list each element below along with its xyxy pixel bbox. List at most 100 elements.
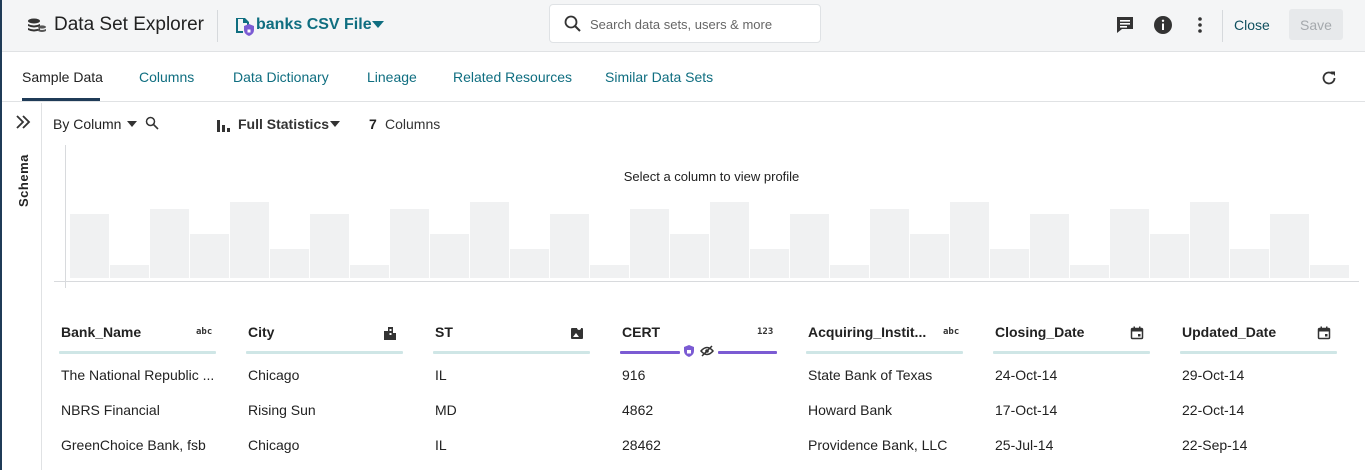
refresh-icon[interactable] — [1320, 69, 1338, 87]
histogram-placeholder-bar — [1190, 202, 1230, 278]
histogram-placeholder-bar — [150, 209, 190, 278]
table-cell: Chicago — [248, 437, 300, 453]
sample-data-grid: Bank_Name abc City ST CERT 123 Acquiring_Insti… — [43, 300, 1365, 470]
table-cell: 29-Oct-14 — [1182, 367, 1245, 383]
column-header-underline — [806, 351, 963, 354]
column-count-label: Columns — [385, 116, 441, 132]
global-search[interactable] — [549, 4, 821, 43]
bar-chart-icon — [217, 120, 230, 132]
statistics-mode-caret-icon[interactable] — [330, 121, 340, 127]
histogram-placeholder-bar — [670, 234, 710, 278]
histogram-placeholder-bar — [230, 202, 270, 278]
view-mode-caret-icon[interactable] — [127, 121, 137, 127]
table-cell: Rising Sun — [248, 402, 316, 418]
table-cell: 28462 — [622, 437, 661, 453]
app-window: Data Set Explorer banks CSV File Search … — [0, 0, 1365, 470]
histogram-placeholder-bar — [430, 234, 470, 278]
table-cell: GreenChoice Bank, fsb — [61, 437, 206, 453]
header-divider — [217, 10, 218, 42]
column-header-name[interactable]: CERT — [622, 324, 660, 340]
schema-panel-rail[interactable]: Schema — [2, 103, 42, 470]
schema-label[interactable]: Schema — [16, 154, 31, 207]
table-cell: IL — [435, 367, 447, 383]
column-header-underline — [246, 351, 403, 354]
column-header-name[interactable]: Updated_Date — [1182, 324, 1276, 340]
histogram-placeholder-bar — [790, 214, 830, 278]
histogram-placeholder-bar — [630, 209, 670, 278]
histogram-placeholder-bar — [590, 265, 630, 278]
profile-toolbar: By Column Full Statistics 7 Columns — [43, 103, 1363, 143]
expand-panel-icon[interactable] — [14, 113, 32, 131]
histogram-placeholder-bar — [310, 214, 350, 278]
histogram-placeholder-bar — [1110, 209, 1150, 278]
text-type-icon: abc — [196, 327, 213, 337]
number-type-icon: 123 — [757, 327, 774, 337]
column-header-name[interactable]: City — [248, 324, 274, 340]
histogram-placeholder-bar — [1030, 214, 1070, 278]
column-header[interactable]: Acquiring_Instit... abc — [806, 322, 963, 354]
table-cell: IL — [435, 437, 447, 453]
histogram-placeholder-bar — [110, 265, 150, 278]
column-header[interactable]: ST — [433, 322, 590, 354]
calendar-icon — [1317, 326, 1333, 340]
tab-lineage[interactable]: Lineage — [367, 69, 417, 85]
table-cell: MD — [435, 402, 457, 418]
tab-columns[interactable]: Columns — [139, 69, 194, 85]
column-header-underline — [433, 351, 590, 354]
histogram-placeholder-bar — [710, 202, 750, 278]
column-header[interactable]: Bank_Name abc — [59, 322, 216, 354]
histogram-placeholder-bar — [830, 265, 870, 278]
table-cell: 22-Sep-14 — [1182, 437, 1248, 453]
table-cell: Providence Bank, LLC — [808, 437, 948, 453]
tab-sample-data[interactable]: Sample Data — [22, 69, 103, 85]
statistics-mode-select[interactable]: Full Statistics — [238, 116, 329, 132]
table-cell: 4862 — [622, 402, 654, 418]
histogram-placeholder-bar — [950, 202, 990, 278]
hidden-eye-icon[interactable] — [700, 344, 714, 358]
column-header[interactable]: Updated_Date — [1180, 322, 1337, 354]
comments-icon[interactable] — [1114, 14, 1136, 36]
tab-similar-data-sets[interactable]: Similar Data Sets — [605, 69, 713, 85]
table-cell: Chicago — [248, 367, 300, 383]
protected-shield-icon — [682, 344, 696, 358]
search-icon — [564, 15, 581, 32]
text-type-icon: abc — [943, 327, 960, 337]
column-header[interactable]: CERT 123 — [620, 322, 777, 357]
column-header-name[interactable]: ST — [435, 324, 453, 340]
histogram-y-axis — [65, 145, 66, 288]
tab-related-resources[interactable]: Related Resources — [453, 69, 572, 85]
histogram-placeholder-bar — [1150, 234, 1190, 278]
close-button[interactable]: Close — [1230, 12, 1274, 38]
database-logo-icon — [28, 18, 46, 32]
table-cell: 24-Oct-14 — [995, 367, 1058, 383]
save-button[interactable]: Save — [1289, 9, 1343, 40]
app-header: Data Set Explorer banks CSV File Search … — [2, 0, 1365, 52]
histogram-placeholder-bar — [870, 209, 910, 278]
table-cell: Howard Bank — [808, 402, 893, 418]
tab-data-dictionary[interactable]: Data Dictionary — [233, 69, 329, 85]
histogram-placeholder-bar — [1310, 265, 1350, 278]
column-header-name[interactable]: Closing_Date — [995, 324, 1084, 340]
histogram-placeholder-bar — [1230, 249, 1270, 278]
histogram-placeholder-bar — [390, 209, 430, 278]
tab-bar: Sample Data Columns Data Dictionary Line… — [2, 53, 1365, 102]
histogram-placeholder-bar — [990, 249, 1030, 278]
column-header-name[interactable]: Acquiring_Instit... — [808, 324, 926, 340]
dataset-menu-caret-icon[interactable] — [372, 21, 384, 28]
histogram-placeholder-bar — [70, 214, 110, 278]
histogram-placeholder-bar — [470, 202, 510, 278]
column-header-name[interactable]: Bank_Name — [61, 324, 141, 340]
search-input[interactable] — [590, 13, 810, 35]
view-mode-select[interactable]: By Column — [53, 116, 121, 132]
dataset-name[interactable]: banks CSV File — [256, 16, 372, 34]
table-cell: 17-Oct-14 — [995, 402, 1058, 418]
histogram-placeholder-bar — [910, 234, 950, 278]
info-icon[interactable] — [1152, 14, 1174, 36]
table-cell: 25-Jul-14 — [995, 437, 1054, 453]
histogram-x-axis — [54, 281, 1359, 282]
column-search-icon[interactable] — [145, 116, 159, 130]
column-header-underline — [59, 351, 216, 354]
column-header[interactable]: Closing_Date — [993, 322, 1150, 354]
column-header[interactable]: City — [246, 322, 403, 354]
more-options-icon[interactable] — [1189, 14, 1211, 36]
